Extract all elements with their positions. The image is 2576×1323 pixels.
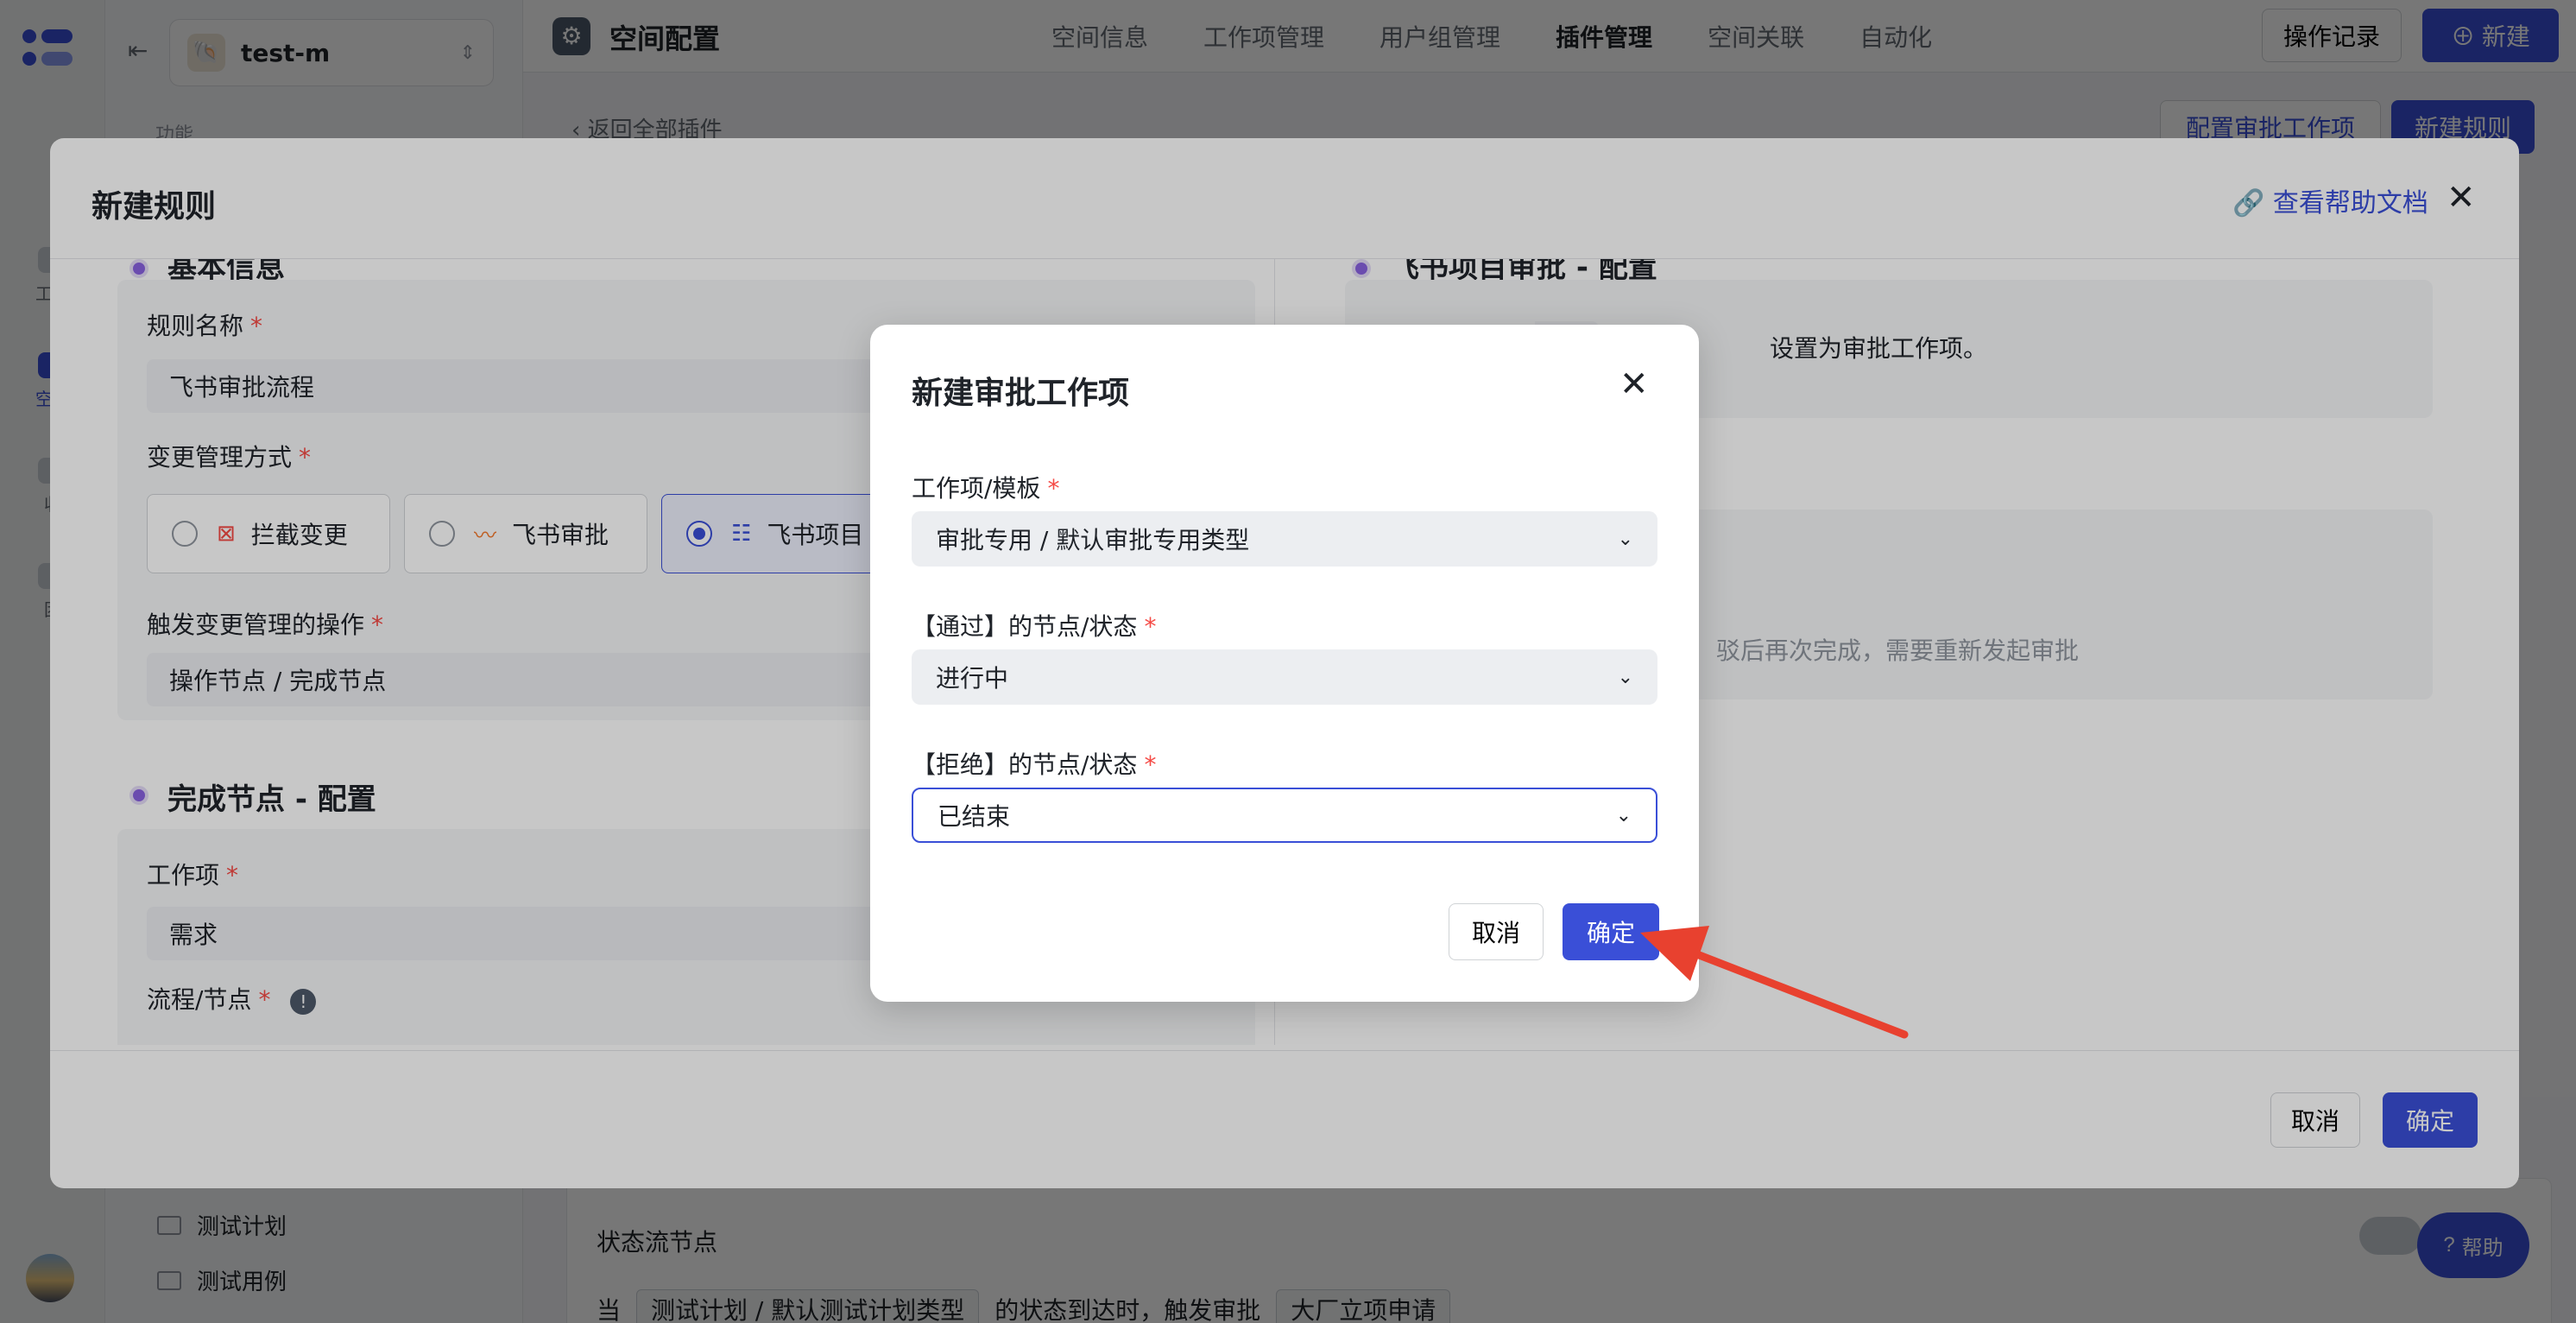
cancel-button[interactable]: 取消 bbox=[1449, 903, 1544, 960]
chevron-down-icon: ⌄ bbox=[1617, 528, 1633, 550]
pass-state-select[interactable]: 进行中 ⌄ bbox=[912, 649, 1657, 705]
pass-state-label: 【通过】的节点/状态 * bbox=[912, 612, 1157, 641]
close-icon[interactable]: ✕ bbox=[1619, 364, 1649, 404]
reject-state-label: 【拒绝】的节点/状态 * bbox=[912, 750, 1157, 779]
dialog-title: 新建审批工作项 bbox=[912, 376, 1130, 411]
confirm-button[interactable]: 确定 bbox=[1563, 903, 1659, 960]
reject-state-select[interactable]: 已结束 ⌄ bbox=[912, 788, 1657, 843]
chevron-down-icon: ⌄ bbox=[1617, 666, 1633, 688]
template-label: 工作项/模板 * bbox=[912, 474, 1060, 503]
template-select[interactable]: 审批专用 / 默认审批专用类型 ⌄ bbox=[912, 511, 1657, 567]
chevron-down-icon: ⌄ bbox=[1615, 804, 1632, 826]
new-approval-item-dialog: 新建审批工作项 ✕ 工作项/模板 * 审批专用 / 默认审批专用类型 ⌄ 【通过】的… bbox=[870, 325, 1699, 1002]
